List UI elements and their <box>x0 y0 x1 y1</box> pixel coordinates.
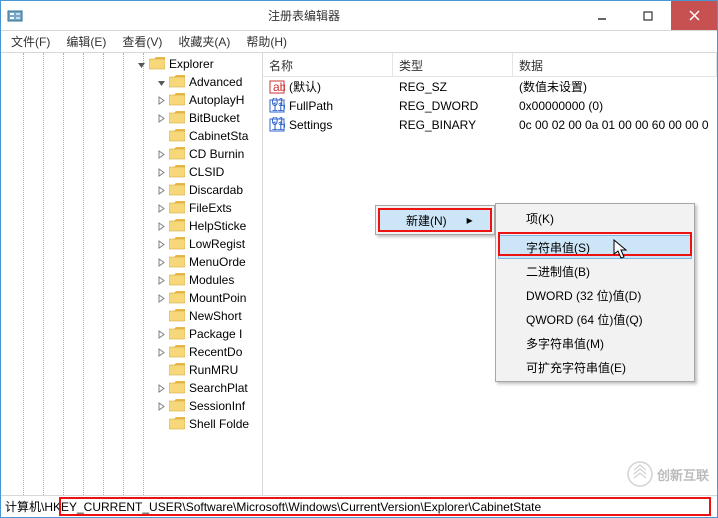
tree-pane[interactable]: ExplorerAdvancedAutoplayHBitBucketCabine… <box>1 53 263 495</box>
tree-item[interactable]: Advanced <box>1 73 262 91</box>
ctx-item[interactable]: 二进制值(B) <box>498 259 692 283</box>
window-title: 注册表编辑器 <box>29 7 579 24</box>
tree-item[interactable]: MenuOrde <box>1 253 262 271</box>
regedit-icon <box>1 8 29 24</box>
folder-icon <box>169 165 185 179</box>
list-pane[interactable]: 名称 类型 数据 ab(默认) REG_SZ (数值未设置) 011110Ful… <box>263 53 717 495</box>
folder-icon <box>149 57 165 71</box>
tree-item[interactable]: Shell Folde <box>1 415 262 433</box>
col-type[interactable]: 类型 <box>393 53 513 76</box>
tree-item[interactable]: Modules <box>1 271 262 289</box>
col-name[interactable]: 名称 <box>263 53 393 76</box>
titlebar[interactable]: 注册表编辑器 <box>1 1 717 31</box>
svg-text:ab: ab <box>273 80 285 94</box>
folder-icon <box>169 237 185 251</box>
status-path: 计算机\HKEY_CURRENT_USER\Software\Microsoft… <box>5 498 713 515</box>
tree-item[interactable]: NewShort <box>1 307 262 325</box>
svg-text:110: 110 <box>272 100 286 114</box>
ctx-item[interactable]: 可扩充字符串值(E) <box>498 355 692 379</box>
tree-item[interactable]: MountPoin <box>1 289 262 307</box>
folder-icon <box>169 93 185 107</box>
tree-item[interactable]: RecentDo <box>1 343 262 361</box>
content-area: ExplorerAdvancedAutoplayHBitBucketCabine… <box>1 53 717 495</box>
tree-item[interactable]: LowRegist <box>1 235 262 253</box>
binary-value-icon: 011110 <box>269 117 285 133</box>
tree-item[interactable]: FileExts <box>1 199 262 217</box>
tree-item[interactable]: SessionInf <box>1 397 262 415</box>
tree-item[interactable]: AutoplayH <box>1 91 262 109</box>
close-button[interactable] <box>671 1 717 30</box>
folder-icon <box>169 381 185 395</box>
folder-icon <box>169 219 185 233</box>
folder-icon <box>169 183 185 197</box>
tree-item[interactable]: Discardab <box>1 181 262 199</box>
tree-item[interactable]: CD Burnin <box>1 145 262 163</box>
menu-file[interactable]: 文件(F) <box>5 31 56 52</box>
tree-item[interactable]: SearchPlat <box>1 379 262 397</box>
ctx-item[interactable]: 项(K) <box>498 206 692 230</box>
menu-help[interactable]: 帮助(H) <box>240 31 293 52</box>
list-row[interactable]: 011110Settings REG_BINARY 0c 00 02 00 0a… <box>263 115 717 134</box>
tree-item[interactable]: BitBucket <box>1 109 262 127</box>
folder-icon <box>169 399 185 413</box>
ctx-item[interactable]: 多字符串值(M) <box>498 331 692 355</box>
ctx-item[interactable]: DWORD (32 位)值(D) <box>498 283 692 307</box>
registry-editor-window: 注册表编辑器 文件(F) 编辑(E) 查看(V) 收藏夹(A) 帮助(H) Ex… <box>0 0 718 518</box>
folder-icon <box>169 417 185 431</box>
menu-edit[interactable]: 编辑(E) <box>60 31 112 52</box>
minimize-button[interactable] <box>579 1 625 30</box>
folder-icon <box>169 291 185 305</box>
folder-icon <box>169 309 185 323</box>
folder-icon <box>169 327 185 341</box>
folder-icon <box>169 75 185 89</box>
list-row[interactable]: 011110FullPath REG_DWORD 0x00000000 (0) <box>263 96 717 115</box>
folder-icon <box>169 345 185 359</box>
tree-item-explorer[interactable]: Explorer <box>1 55 262 73</box>
watermark: 创新互联 <box>627 461 709 487</box>
folder-icon <box>169 363 185 377</box>
ctx-new[interactable]: 新建(N) ▸ <box>378 208 492 232</box>
ctx-item[interactable]: QWORD (64 位)值(Q) <box>498 307 692 331</box>
menubar: 文件(F) 编辑(E) 查看(V) 收藏夹(A) 帮助(H) <box>1 31 717 53</box>
string-value-icon: ab <box>269 79 285 95</box>
tree-item[interactable]: CLSID <box>1 163 262 181</box>
svg-text:110: 110 <box>272 119 286 133</box>
chevron-right-icon: ▸ <box>447 213 473 227</box>
folder-icon <box>169 255 185 269</box>
menu-favorites[interactable]: 收藏夹(A) <box>172 31 236 52</box>
tree-item[interactable]: RunMRU <box>1 361 262 379</box>
menu-view[interactable]: 查看(V) <box>116 31 168 52</box>
folder-icon <box>169 129 185 143</box>
tree-item[interactable]: HelpSticke <box>1 217 262 235</box>
context-submenu[interactable]: 项(K) 字符串值(S)二进制值(B)DWORD (32 位)值(D)QWORD … <box>495 203 695 382</box>
context-menu[interactable]: 新建(N) ▸ <box>375 205 495 235</box>
binary-value-icon: 011110 <box>269 98 285 114</box>
watermark-text: 创新互联 <box>657 465 709 484</box>
tree-item[interactable]: CabinetSta <box>1 127 262 145</box>
folder-icon <box>169 147 185 161</box>
folder-icon <box>169 273 185 287</box>
ctx-item[interactable]: 字符串值(S) <box>498 235 692 259</box>
maximize-button[interactable] <box>625 1 671 30</box>
statusbar: 计算机\HKEY_CURRENT_USER\Software\Microsoft… <box>1 495 717 517</box>
ctx-new-label: 新建(N) <box>406 212 447 229</box>
folder-icon <box>169 201 185 215</box>
list-row[interactable]: ab(默认) REG_SZ (数值未设置) <box>263 77 717 96</box>
folder-icon <box>169 111 185 125</box>
tree-item[interactable]: Package I <box>1 325 262 343</box>
col-data[interactable]: 数据 <box>513 53 717 76</box>
list-header: 名称 类型 数据 <box>263 53 717 77</box>
